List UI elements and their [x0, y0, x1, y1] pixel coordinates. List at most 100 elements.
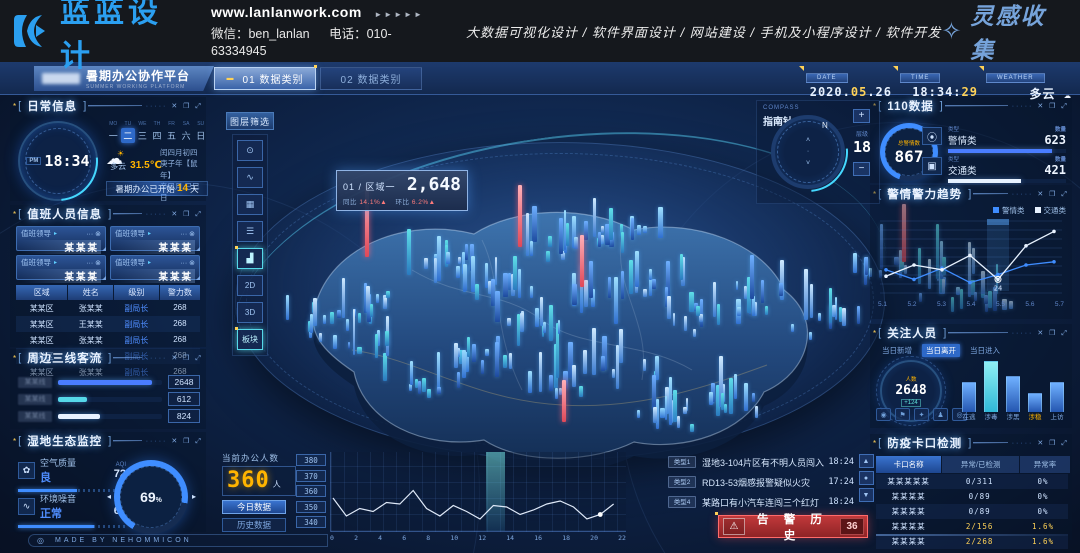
window-control-icons[interactable]: ✕ ❐ ⤢	[171, 437, 203, 446]
alert-type-tag: 类型2	[668, 476, 696, 488]
window-control-icons[interactable]: ✕ ❐ ⤢	[1037, 190, 1069, 199]
card-name: 某某某	[115, 240, 195, 254]
card-more-icon[interactable]: ··· ⊗	[86, 230, 101, 238]
card-more-icon[interactable]: ··· ⊗	[180, 259, 195, 267]
mode-2d-button[interactable]: 2D	[237, 275, 263, 296]
compass-dial[interactable]: N ˄·˅	[771, 115, 845, 189]
corner-dot	[314, 65, 317, 68]
wechat-label: 微信：ben_lanlan	[211, 27, 310, 41]
alert-item[interactable]: 类型1湿地3-104片区有不明人员闯入18:24	[668, 452, 854, 472]
focus-tab[interactable]: 当日离开	[922, 344, 960, 357]
signal-icon[interactable]: ∿	[237, 167, 263, 188]
scroll-up-button[interactable]: ▲	[859, 454, 874, 468]
air-quality-icon: ✿	[18, 462, 35, 479]
panel-title: 值班人员信息	[27, 206, 102, 222]
legend-item[interactable]: 交通类	[1035, 205, 1067, 216]
gauge-arrow-left[interactable]: ◂	[107, 492, 111, 501]
window-control-icons[interactable]: ✕ ❐ ⤢	[1037, 439, 1069, 448]
flow-value: 612	[168, 392, 200, 406]
window-control-icons[interactable]: ✕ ❐ ⤢	[171, 102, 203, 111]
duty-leader-card[interactable]: 值班领导▸··· ⊗某某某	[16, 255, 106, 280]
weekday-cn: 五	[164, 128, 179, 143]
checkpoint-header-cell[interactable]: 异常率	[1020, 456, 1070, 473]
table-cell: 副局长	[114, 300, 159, 316]
warning-icon: ⚠	[723, 518, 745, 535]
card-more-icon[interactable]: ··· ⊗	[180, 230, 195, 238]
card-role: 值班领导	[115, 228, 145, 239]
alert-time: 18:24	[828, 497, 854, 507]
gauge-arrow-right[interactable]: ▸	[192, 492, 196, 501]
history-data-button[interactable]: 历史数据	[222, 518, 286, 532]
x-tick: 18	[562, 534, 570, 542]
flow-row: 某某线2648	[18, 375, 200, 389]
tooltip-value: 2,648	[407, 174, 461, 195]
website-link[interactable]: www.lanlanwork.com	[211, 4, 362, 20]
mode-3d-button[interactable]: 3D	[237, 302, 263, 323]
mode-block-button[interactable]: 板块	[237, 329, 263, 350]
duty-leader-card[interactable]: 值班领导▸··· ⊗某某某	[110, 255, 200, 280]
flow-fill	[58, 397, 87, 402]
header-tick: *	[13, 354, 16, 363]
x-tick: 5.7	[1055, 301, 1064, 308]
window-control-icons[interactable]: ✕ ❐ ⤢	[1037, 329, 1069, 338]
alert-time: 18:24	[828, 457, 854, 467]
bar-chart-icon[interactable]: ▟	[237, 248, 263, 269]
x-tick: 5.2	[907, 301, 916, 308]
card-role-row: 值班领导▸··· ⊗	[21, 228, 101, 239]
grid-icon[interactable]: ▦	[237, 194, 263, 215]
110-progress-fill	[948, 149, 1052, 153]
checkpoint-rate: 1.6%	[1018, 522, 1068, 531]
duty-leader-card[interactable]: 值班领导▸··· ⊗某某某	[110, 226, 200, 251]
bracket: ]	[940, 100, 943, 112]
count-label: 数量	[1044, 125, 1066, 133]
tooltip-title: 01 / 区域一	[343, 180, 396, 193]
lunar-line: 庚子年【鼠年】	[160, 158, 206, 181]
focus-category-icon-4[interactable]: ♟	[933, 408, 948, 421]
header-line	[113, 213, 141, 215]
alert-time: 17:24	[828, 477, 854, 487]
x-tick: 5.3	[937, 301, 946, 308]
metric-progress	[18, 525, 126, 528]
scroll-thumb[interactable]: ●	[859, 471, 874, 485]
tab-label: 02 数据类别	[341, 71, 402, 86]
focus-category-icon-2[interactable]: ⚑	[895, 408, 910, 421]
panel-header: * [ 警情警力趋势 ] ····· ✕ ❐ ⤢	[870, 185, 1072, 203]
metric-status: 良	[40, 469, 76, 485]
today-data-button[interactable]: 今日数据	[222, 500, 286, 514]
scroll-down-button[interactable]: ▼	[859, 488, 874, 502]
alert-item[interactable]: 类型4某路口有小汽车连闯三个红灯18:24	[668, 492, 854, 512]
x-tick: 12	[478, 534, 486, 542]
window-control-icons[interactable]: ✕ ❐ ⤢	[171, 354, 203, 363]
chart-x-ticks: 0246810121416182022	[330, 534, 626, 542]
focus-category-icon-1[interactable]: ◉	[876, 408, 891, 421]
bracket: ]	[943, 327, 946, 339]
legend-item[interactable]: 警情类	[993, 205, 1025, 216]
time-chip-label: TIME	[900, 73, 940, 83]
count-label: 人数	[905, 375, 916, 383]
panel-header: * [ 防疫卡口检测 ] ····· ✕ ❐ ⤢	[870, 434, 1072, 452]
date-chip-label: DATE	[806, 73, 848, 83]
duty-leader-card[interactable]: 值班领导▸··· ⊗某某某	[16, 226, 106, 251]
bar	[1006, 376, 1020, 412]
header-dots: ·····	[1012, 440, 1034, 447]
window-control-icons[interactable]: ✕ ❐ ⤢	[171, 210, 203, 219]
tooltip-compare: 同比 14.1%▲ 环比 6.2%▲	[343, 196, 461, 206]
traffic-icon: ▣	[922, 157, 942, 175]
zoom-in-button[interactable]: +	[853, 109, 870, 123]
list-icon[interactable]: ☰	[237, 221, 263, 242]
focus-category-icon-3[interactable]: ✦	[914, 408, 929, 421]
window-control-icons[interactable]: ✕ ❐ ⤢	[1037, 102, 1069, 111]
checkpoint-name: 某某某某	[876, 521, 941, 532]
alert-type-tag: 类型1	[668, 456, 696, 468]
alert-history-button[interactable]: ⚠ 告 警 历 史 36	[718, 515, 868, 538]
y-tick: 380	[296, 454, 326, 466]
x-tick: 10	[450, 534, 458, 542]
card-more-icon[interactable]: ··· ⊗	[86, 259, 101, 267]
checkpoint-header-cell[interactable]: 异常/已检测	[942, 456, 1019, 473]
tab-data-category-2[interactable]: 02 数据类别	[320, 67, 422, 90]
zoom-out-button[interactable]: −	[853, 162, 870, 176]
checkpoint-header-cell[interactable]: 卡口名称	[876, 456, 941, 473]
tab-data-category-1[interactable]: 01 数据类别	[214, 67, 316, 90]
camera-icon[interactable]: ⊙	[237, 140, 263, 161]
alert-item[interactable]: 类型2RD13-53烟感报警疑似火灾17:24	[668, 472, 854, 492]
